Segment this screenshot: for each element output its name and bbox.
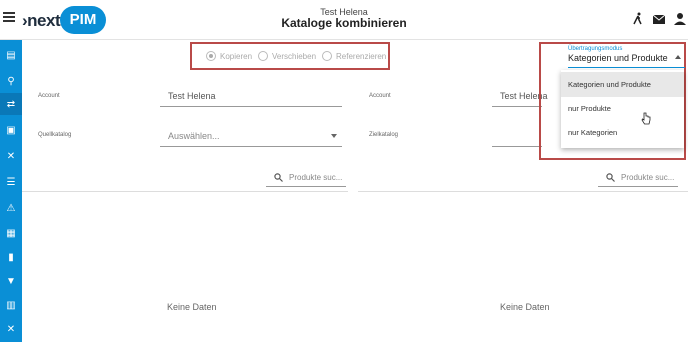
source-search-input[interactable]: Produkte suc... — [266, 169, 346, 187]
transfer-mode-label: Übertragungsmodus — [568, 46, 623, 52]
warning-icon[interactable]: ⚠ — [0, 197, 22, 219]
caret-up-icon[interactable] — [675, 55, 681, 59]
mail-icon[interactable] — [652, 12, 666, 26]
target-catalog-underline — [492, 146, 542, 147]
dropdown-option[interactable]: nur Produkte — [561, 96, 684, 121]
target-account-underline — [492, 106, 542, 107]
catalog-icon[interactable]: ▤ — [0, 44, 22, 66]
search-icon — [606, 173, 615, 182]
target-account-label: Account — [369, 93, 391, 99]
target-search-input[interactable]: Produkte suc... — [598, 169, 678, 187]
source-catalog-underline — [160, 146, 342, 147]
radio-reference[interactable]: Referenzieren — [322, 51, 386, 61]
document-icon[interactable]: ▣ — [0, 119, 22, 141]
list-icon[interactable]: ☰ — [0, 171, 22, 193]
transfer-icon[interactable]: ⇄ — [0, 93, 22, 115]
source-account-label: Account — [38, 93, 60, 99]
target-catalog-label: Zielkatalog — [369, 132, 399, 138]
sidebar: ▤ ⚲ ⇄ ▣ ✕ ☰ ⚠ ▦ ▮ ▼ ▥ ✕ — [0, 40, 22, 342]
source-account-value[interactable]: Test Helena — [168, 91, 216, 101]
filter-icon[interactable]: ▼ — [0, 270, 22, 292]
transfer-type-highlight: Kopieren Verschieben Referenzieren — [190, 42, 390, 70]
source-catalog-select[interactable]: Auswählen... — [168, 131, 220, 141]
calculator-icon[interactable]: ▦ — [0, 222, 22, 244]
top-bar: ›next PIM Test Helena Kataloge kombinier… — [0, 0, 688, 40]
search-icon[interactable]: ⚲ — [0, 70, 22, 92]
caret-down-icon[interactable] — [331, 134, 337, 138]
source-search-placeholder: Produkte suc... — [289, 173, 343, 182]
walk-icon[interactable] — [631, 12, 645, 26]
source-catalog-label: Quellkatalog — [38, 132, 72, 138]
radio-move[interactable]: Verschieben — [258, 51, 316, 61]
radio-copy-label: Kopieren — [220, 51, 253, 61]
dropdown-option[interactable]: nur Kategorien — [561, 120, 684, 145]
radio-unchecked-icon — [258, 51, 268, 61]
user-icon[interactable] — [673, 12, 687, 26]
source-account-underline — [160, 106, 342, 107]
search-icon — [274, 173, 283, 182]
radio-unchecked-icon — [322, 51, 332, 61]
radio-copy[interactable]: Kopieren — [206, 51, 252, 61]
transfer-mode-select[interactable]: Kategorien und Produkte — [568, 53, 668, 63]
bar-chart-icon[interactable]: ▮ — [0, 246, 22, 268]
print-icon[interactable]: ▥ — [0, 294, 22, 316]
left-divider — [22, 191, 348, 192]
shuffle-icon[interactable]: ✕ — [0, 318, 22, 340]
dropdown-option[interactable]: Kategorien und Produkte — [561, 72, 684, 97]
source-empty-text: Keine Daten — [167, 302, 217, 312]
hand-cursor-icon — [641, 112, 651, 125]
radio-reference-label: Referenzieren — [336, 51, 387, 61]
page-title: Kataloge kombinieren — [281, 16, 407, 30]
target-search-placeholder: Produkte suc... — [621, 173, 675, 182]
radio-checked-icon — [206, 51, 216, 61]
shuffle-icon[interactable]: ✕ — [0, 145, 22, 167]
transfer-mode-dropdown: Kategorien und Produkte nur Produkte nur… — [561, 70, 684, 148]
target-empty-text: Keine Daten — [500, 302, 550, 312]
right-divider — [358, 191, 688, 192]
radio-move-label: Verschieben — [272, 51, 317, 61]
transfer-mode-underline — [568, 67, 685, 68]
